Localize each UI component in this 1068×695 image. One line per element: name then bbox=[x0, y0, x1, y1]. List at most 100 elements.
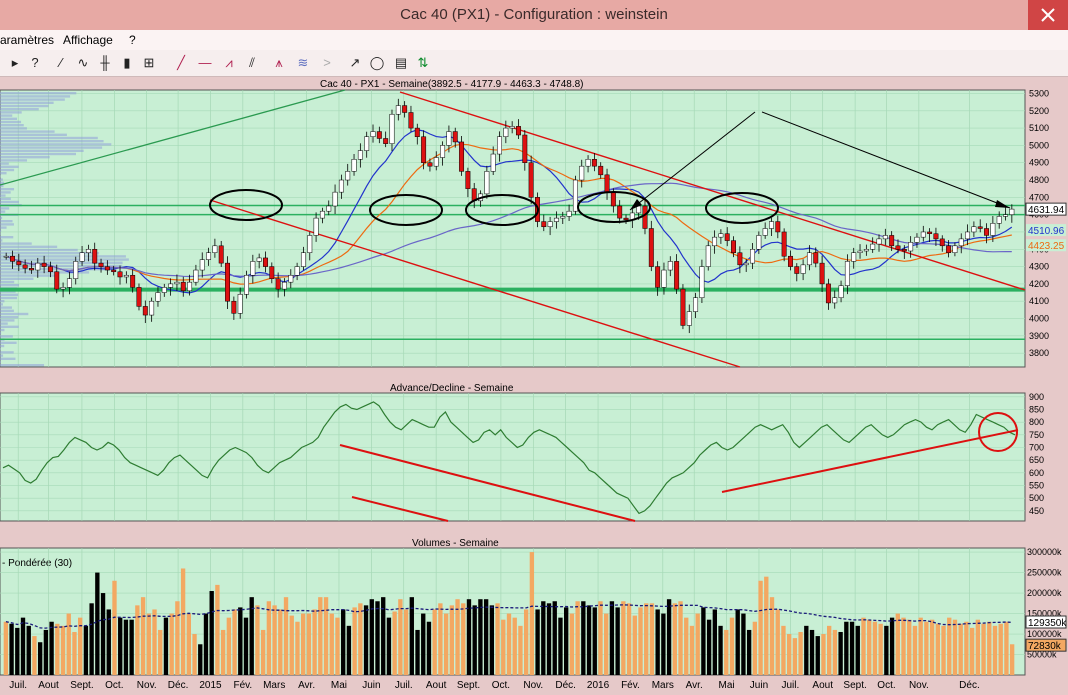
candle-body bbox=[833, 298, 837, 303]
candle-body bbox=[320, 211, 324, 218]
candle-body bbox=[927, 232, 931, 234]
candle-body bbox=[124, 275, 128, 277]
candle-body bbox=[984, 229, 988, 236]
candle-body bbox=[282, 282, 286, 289]
candle-body bbox=[662, 270, 666, 287]
candle-body bbox=[580, 166, 584, 180]
candle-body bbox=[782, 232, 786, 256]
volume-bar bbox=[318, 597, 322, 675]
price-profile-bar bbox=[0, 210, 5, 212]
candle-body bbox=[706, 246, 710, 267]
volume-bar bbox=[1004, 622, 1008, 675]
volume-bar bbox=[787, 634, 791, 675]
price-profile-bar bbox=[0, 102, 54, 104]
candle-body bbox=[693, 298, 697, 312]
x-axis-label: Mai bbox=[719, 680, 735, 691]
volume-bar bbox=[736, 609, 740, 675]
ad-panel bbox=[0, 393, 1025, 521]
candle-body bbox=[921, 232, 925, 237]
volume-bar bbox=[575, 601, 579, 675]
volume-bar bbox=[495, 603, 499, 675]
candle-body bbox=[542, 222, 546, 227]
candle-body bbox=[592, 159, 596, 166]
volume-bar bbox=[718, 626, 722, 675]
price-profile-bar bbox=[0, 124, 24, 126]
volume-bar bbox=[856, 626, 860, 675]
ad-ytick: 550 bbox=[1029, 481, 1044, 491]
volume-bar bbox=[352, 607, 356, 675]
volume-bar bbox=[901, 618, 905, 675]
volume-bar bbox=[513, 618, 517, 675]
candle-body bbox=[807, 253, 811, 265]
x-axis-label: Aout bbox=[426, 680, 447, 691]
candle-body bbox=[289, 275, 293, 282]
volume-bar bbox=[821, 634, 825, 675]
price-profile-bar bbox=[0, 223, 14, 225]
price-profile-bar bbox=[0, 226, 7, 228]
candle-body bbox=[611, 192, 615, 206]
volume-bar bbox=[198, 644, 202, 675]
candle-body bbox=[561, 216, 565, 218]
volume-bar bbox=[564, 607, 568, 675]
volume-bar bbox=[655, 609, 659, 675]
price-profile-bar bbox=[0, 220, 13, 222]
volume-bar bbox=[358, 603, 362, 675]
candle-body bbox=[181, 282, 185, 291]
volume-bar bbox=[981, 624, 985, 675]
ad-ytick: 700 bbox=[1029, 442, 1044, 452]
price-profile-bar bbox=[0, 326, 19, 328]
price-profile-bar bbox=[0, 217, 2, 219]
candle-body bbox=[725, 234, 729, 241]
price-profile-bar bbox=[0, 242, 32, 244]
volume-bar bbox=[89, 603, 93, 675]
volume-bar bbox=[570, 614, 574, 675]
candle-body bbox=[763, 229, 767, 236]
volume-bar bbox=[553, 601, 557, 675]
ad-ytick: 800 bbox=[1029, 417, 1044, 427]
price-profile-bar bbox=[0, 153, 76, 155]
price-profile-bar bbox=[0, 207, 9, 209]
volume-bar bbox=[713, 609, 717, 675]
vol-panel-header bbox=[0, 535, 1025, 548]
candle-body bbox=[586, 159, 590, 166]
volume-bar bbox=[913, 626, 917, 675]
price-profile-bar bbox=[0, 127, 27, 129]
candle-body bbox=[864, 249, 868, 251]
candle-body bbox=[383, 138, 387, 143]
volume-bar bbox=[873, 622, 877, 675]
volume-bar bbox=[421, 614, 425, 675]
volume-bar bbox=[295, 622, 299, 675]
volume-bar bbox=[164, 618, 168, 675]
volume-bar bbox=[438, 603, 442, 675]
candle-body bbox=[902, 249, 906, 251]
volume-bar bbox=[398, 599, 402, 675]
volume-bar bbox=[72, 632, 76, 675]
volume-bar bbox=[255, 605, 259, 675]
volume-bar bbox=[936, 624, 940, 675]
volume-bar bbox=[473, 605, 477, 675]
price-last-label: 4631.94 bbox=[1028, 205, 1065, 216]
volume-bar bbox=[307, 614, 311, 675]
volume-bar bbox=[175, 601, 179, 675]
vol-legend: - Pondérée (30) bbox=[2, 558, 72, 569]
volume-bar bbox=[615, 607, 619, 675]
price-profile-bar bbox=[0, 114, 12, 116]
candle-body bbox=[674, 261, 678, 289]
volume-bar bbox=[232, 609, 236, 675]
candle-body bbox=[731, 241, 735, 253]
x-axis-label: Avr. bbox=[298, 680, 315, 691]
price-profile-bar bbox=[0, 329, 4, 331]
volume-bar bbox=[741, 614, 745, 675]
price-profile-bar bbox=[0, 140, 104, 142]
volume-bar bbox=[541, 601, 545, 675]
candle-body bbox=[744, 263, 748, 265]
volume-bar bbox=[896, 614, 900, 675]
volume-bar bbox=[204, 614, 208, 675]
candle-body bbox=[953, 246, 957, 253]
candle-body bbox=[67, 279, 71, 288]
candle-body bbox=[175, 282, 179, 284]
candle-body bbox=[757, 235, 761, 249]
candle-body bbox=[270, 267, 274, 279]
candle-body bbox=[769, 222, 773, 229]
volume-bar bbox=[993, 626, 997, 675]
